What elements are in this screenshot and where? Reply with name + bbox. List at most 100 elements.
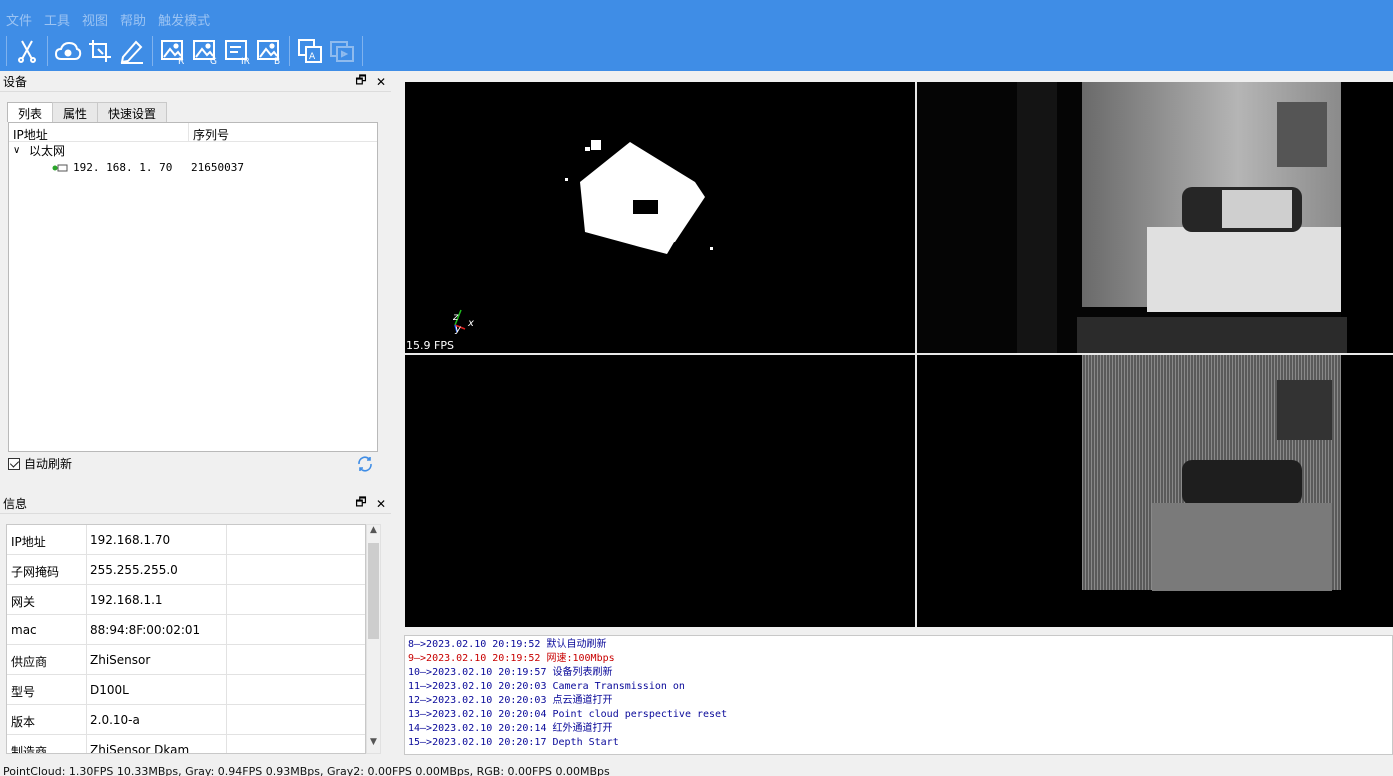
ir-camera-render — [1082, 355, 1393, 627]
menu-view[interactable]: 视图 — [76, 7, 114, 31]
pen-icon — [120, 40, 143, 64]
tab-properties[interactable]: 属性 — [52, 102, 99, 122]
crop-button[interactable] — [84, 35, 116, 67]
group-label: 以太网 — [29, 144, 66, 158]
table-row: 制造商ZhiSensor Dkam series — [7, 735, 365, 753]
tab-list[interactable]: 列表 — [7, 102, 54, 122]
log-line: 14—>2023.02.10 20:20:14 红外通道打开 — [408, 723, 613, 734]
info-panel-title-text: 信息 — [3, 497, 28, 511]
info-value: D100L — [87, 675, 227, 704]
device-ip: 192. 168. 1. 70 — [73, 161, 173, 174]
depth-viewport[interactable] — [405, 355, 915, 627]
menu-file[interactable]: 文件 — [0, 7, 38, 31]
image-b-button[interactable]: B — [253, 35, 285, 67]
axis-z-label: z — [452, 312, 459, 323]
info-scrollbar[interactable]: ▲ ▼ — [366, 524, 381, 754]
status-bar: PointCloud: 1.30FPS 10.33MBps, Gray: 0.9… — [3, 765, 610, 776]
text-layer-button[interactable]: A — [294, 35, 326, 67]
close-icon[interactable]: ✕ — [371, 497, 391, 511]
toolbar-separator — [6, 36, 7, 66]
log-line: 15—>2023.02.10 20:20:17 Depth Start — [408, 737, 619, 748]
svg-text:IR: IR — [241, 57, 250, 65]
text-layer-icon: A — [298, 39, 322, 63]
table-row: mac 88:94:8F:00:02:01 — [7, 615, 365, 645]
info-key: 制造商 — [7, 735, 87, 753]
info-table: IP地址 192.168.1.70 子网掩码 255.255.255.0 网关 192… — [6, 524, 366, 754]
column-ip[interactable]: IP地址 — [9, 123, 189, 142]
image-g-button[interactable]: G — [189, 35, 221, 67]
auto-refresh-checkbox[interactable]: 自动刷新 — [8, 455, 72, 472]
cloud-icon — [54, 41, 82, 60]
ir-camera-viewport[interactable] — [917, 355, 1393, 627]
image-r-button[interactable]: R — [157, 35, 189, 67]
close-icon[interactable]: ✕ — [371, 75, 391, 89]
table-row: IP地址 192.168.1.70 — [7, 525, 365, 555]
layers-disabled-icon — [330, 41, 354, 62]
pointcloud-viewport[interactable]: z y x 15.9 FPS — [405, 82, 915, 353]
info-key: 供应商 — [7, 645, 87, 674]
log-line: 12—>2023.02.10 20:20:03 点云通道打开 — [408, 695, 613, 706]
info-value: ZhiSensor — [87, 645, 227, 674]
auto-refresh-label: 自动刷新 — [24, 457, 73, 471]
axis-gizmo: z y x — [452, 309, 474, 335]
float-icon[interactable]: 🗗 — [351, 493, 371, 514]
checkbox-checked-icon[interactable] — [8, 457, 20, 470]
device-tree: IP地址 序列号 ∨ 以太网 192. 168. 1. 70 21650037 — [8, 122, 378, 452]
column-serial[interactable]: 序列号 — [189, 123, 229, 142]
ir-doc-button[interactable]: IR — [221, 35, 253, 67]
toolbar-separator — [362, 36, 363, 66]
axis-x-label: x — [467, 318, 474, 329]
scissors-icon — [18, 40, 36, 63]
svg-text:B: B — [274, 57, 280, 65]
log-line: 8—>2023.02.10 20:19:52 默认自动刷新 — [408, 639, 607, 650]
device-row[interactable]: 192. 168. 1. 70 21650037 — [9, 159, 377, 176]
info-value: ZhiSensor Dkam series — [87, 735, 227, 753]
image-r-icon: R — [161, 40, 184, 65]
network-device-icon — [9, 164, 73, 172]
gray-camera-render — [1017, 82, 1393, 353]
log-line: 13—>2023.02.10 20:20:04 Point cloud pers… — [408, 709, 728, 720]
pen-button[interactable] — [116, 35, 148, 67]
menu-tools[interactable]: 工具 — [38, 7, 76, 31]
info-key: 子网掩码 — [7, 555, 87, 584]
toolbar-separator — [289, 36, 290, 66]
tree-group-ethernet[interactable]: ∨ 以太网 — [9, 142, 377, 159]
table-row: 供应商 ZhiSensor — [7, 645, 365, 675]
info-value: 2.0.10-a — [87, 705, 227, 734]
info-key: 版本 — [7, 705, 87, 734]
fps-label: 15.9 FPS — [406, 339, 454, 352]
tab-quick-settings[interactable]: 快速设置 — [97, 102, 168, 122]
svg-text:A: A — [309, 52, 316, 62]
menu-bar: 文件 工具 视图 帮助 触发模式 — [0, 7, 216, 31]
cloud-button[interactable] — [52, 35, 84, 67]
scroll-down-icon[interactable]: ▼ — [367, 737, 380, 753]
info-key: mac — [7, 615, 87, 644]
ir-doc-icon: IR — [225, 40, 250, 65]
info-value: 88:94:8F:00:02:01 — [87, 615, 227, 644]
viewport-divider-vertical — [915, 82, 917, 627]
log-panel[interactable]: 8—>2023.02.10 20:19:52 默认自动刷新 9—>2023.02… — [404, 635, 1393, 755]
top-bar: 文件 工具 视图 帮助 触发模式 R G IR B A — [0, 0, 1393, 71]
menu-help[interactable]: 帮助 — [114, 7, 152, 31]
device-tree-header: IP地址 序列号 — [9, 123, 377, 142]
viewport-divider-horizontal — [405, 353, 1393, 355]
log-line: 10—>2023.02.10 20:19:57 设备列表刷新 — [408, 667, 613, 678]
table-row: 版本 2.0.10-a — [7, 705, 365, 735]
scroll-up-icon[interactable]: ▲ — [367, 525, 380, 541]
scroll-thumb[interactable] — [368, 543, 379, 639]
menu-trigger-mode[interactable]: 触发模式 — [152, 7, 216, 31]
device-tabs: 列表 属性 快速设置 — [7, 102, 168, 122]
info-value: 192.168.1.70 — [87, 525, 227, 554]
layers-disabled-button[interactable] — [326, 35, 358, 67]
table-row: 网关 192.168.1.1 — [7, 585, 365, 615]
chevron-down-icon[interactable]: ∨ — [13, 145, 29, 156]
float-icon[interactable]: 🗗 — [351, 71, 371, 92]
toolbar: R G IR B A — [0, 33, 367, 69]
refresh-icon[interactable] — [356, 455, 374, 473]
pointcloud-render: z y x — [452, 140, 713, 335]
device-panel-title: 设备 🗗 ✕ — [0, 72, 391, 92]
gray-camera-viewport[interactable] — [917, 82, 1393, 353]
toolbar-separator — [152, 36, 153, 66]
info-value: 255.255.255.0 — [87, 555, 227, 584]
scissors-button[interactable] — [11, 35, 43, 67]
